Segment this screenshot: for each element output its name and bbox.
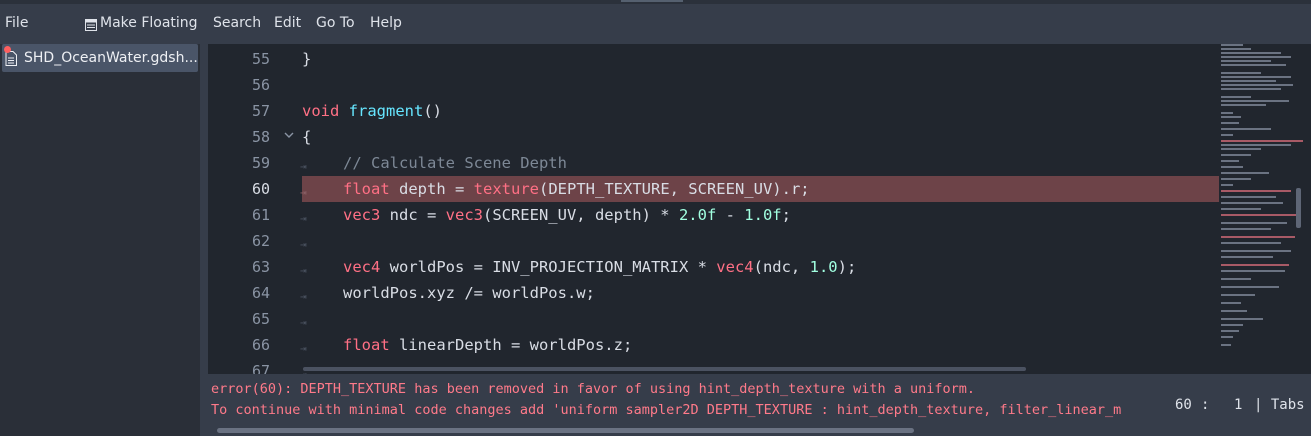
top-divider	[0, 0, 1311, 4]
menu-help[interactable]: Help	[370, 14, 402, 32]
indent-mode[interactable]: | Tabs	[1254, 396, 1305, 414]
editor-horizontal-scrollbar[interactable]	[303, 367, 1026, 371]
code-token: ;	[781, 206, 791, 224]
vertical-scrollbar[interactable]	[1296, 188, 1301, 228]
code-token: fragment	[348, 102, 424, 120]
line-number: 67	[251, 362, 270, 374]
error-hint: To continue with minimal code changes ad…	[211, 402, 1122, 418]
code-token: void	[302, 102, 340, 120]
error-panel-scrollbar[interactable]	[217, 428, 914, 433]
code-minimap[interactable]	[1221, 44, 1307, 374]
code-token: vec3	[445, 206, 483, 224]
code-token: vec3	[343, 206, 381, 224]
line-number: 56	[251, 76, 270, 94]
line-number: 66	[251, 336, 270, 354]
code-line: // Calculate Scene Depth	[343, 153, 567, 173]
line-number: 61	[251, 206, 270, 224]
error-message: error(60): DEPTH_TEXTURE has been remove…	[211, 381, 976, 397]
menu-edit[interactable]: Edit	[274, 14, 301, 32]
cursor-column: 1	[1234, 397, 1243, 413]
code-token: vec4	[343, 258, 381, 276]
fold-arrow-icon[interactable]	[284, 130, 294, 143]
code-token: -	[716, 206, 745, 224]
line-number: 64	[251, 284, 270, 302]
tab-marker-icon: ⇥	[300, 186, 307, 199]
modified-dot	[4, 46, 11, 53]
code-token: linearDepth = worldPos.z;	[389, 336, 633, 354]
line-number-current: 60	[251, 180, 270, 198]
line-number: 55	[251, 50, 270, 68]
code-number: 2.0f	[678, 206, 717, 224]
code-token: ()	[423, 102, 442, 120]
code-token: (ndc,	[753, 258, 810, 276]
code-line: {	[302, 127, 311, 147]
code-token: float	[343, 180, 390, 198]
code-line: vec3 ndc = vec3(SCREEN_UV, depth) * 2.0f…	[343, 205, 791, 225]
menu-bar: File Make Floating Search Edit Go To Hel…	[0, 0, 1311, 44]
shader-file-icon	[5, 51, 17, 66]
cursor-separator: :	[1201, 397, 1210, 413]
code-editor[interactable]: 55 56 57 58 59 60 61 62 63 64 65 66 67 ⇥…	[208, 44, 1311, 374]
code-line: float depth = texture(DEPTH_TEXTURE, SCR…	[343, 179, 810, 199]
script-list-panel	[0, 44, 200, 436]
code-line: }	[302, 49, 311, 69]
make-floating-button[interactable]: Make Floating	[100, 14, 198, 32]
code-number: 1.0f	[744, 206, 782, 224]
tab-marker-icon: ⇥	[300, 212, 307, 225]
code-token: (DEPTH_TEXTURE, SCREEN_UV).r;	[539, 180, 810, 198]
line-number: 59	[251, 154, 270, 172]
code-token: );	[837, 258, 857, 276]
code-number: 1.0	[809, 258, 838, 276]
code-token: worldPos.xyz /= worldPos.w;	[343, 284, 595, 302]
tab-marker-icon: ⇥	[300, 290, 307, 303]
code-token: float	[343, 336, 390, 354]
sidebar-item-label: SHD_OceanWater.gdsh...	[24, 50, 198, 66]
code-token: texture	[473, 180, 539, 198]
code-line: float linearDepth = worldPos.z;	[343, 335, 632, 355]
menu-search[interactable]: Search	[213, 14, 261, 32]
line-number: 58	[251, 128, 270, 146]
code-token: {	[302, 128, 312, 146]
code-token: vec4	[716, 258, 754, 276]
menu-go-to[interactable]: Go To	[316, 14, 355, 32]
line-number: 63	[251, 258, 270, 276]
drag-handle[interactable]	[621, 0, 683, 2]
line-number: 62	[251, 232, 270, 250]
line-number: 65	[251, 310, 270, 328]
code-token: worldPos = INV_PROJECTION_MATRIX *	[380, 258, 717, 276]
tab-marker-icon: ⇥	[300, 342, 307, 355]
code-comment: // Calculate Scene Depth	[343, 154, 567, 172]
code-line: void fragment()	[302, 101, 442, 121]
tab-marker-icon: ⇥	[300, 264, 307, 277]
code-token: }	[302, 50, 312, 68]
menu-file[interactable]: File	[5, 14, 28, 32]
window-icon	[85, 16, 97, 31]
line-number: 57	[251, 102, 270, 120]
code-line: vec4 worldPos = INV_PROJECTION_MATRIX * …	[343, 257, 856, 277]
tab-marker-icon: ⇥	[300, 160, 307, 173]
sidebar-item-shd-oceanwater[interactable]: SHD_OceanWater.gdsh...	[2, 44, 198, 72]
code-token: depth =	[389, 180, 474, 198]
code-token: ndc =	[380, 206, 446, 224]
code-line: worldPos.xyz /= worldPos.w;	[343, 283, 595, 303]
error-panel: error(60): DEPTH_TEXTURE has been remove…	[200, 374, 1311, 436]
tab-marker-icon: ⇥	[300, 238, 307, 251]
cursor-line: 60	[1175, 397, 1192, 413]
code-token: (SCREEN_UV, depth) *	[482, 206, 679, 224]
tab-marker-icon: ⇥	[300, 316, 307, 329]
